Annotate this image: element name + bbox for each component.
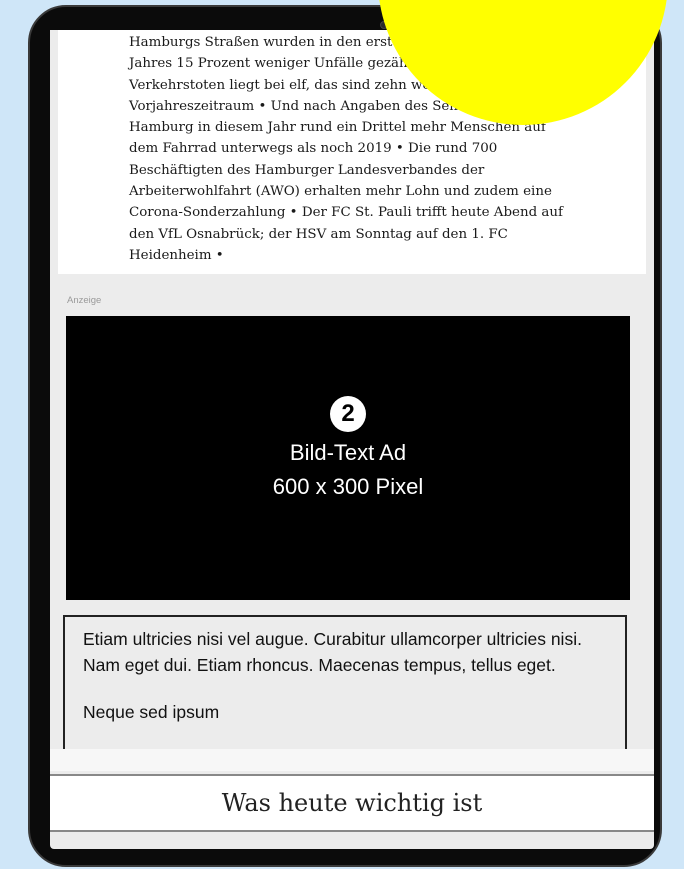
image-text-ad[interactable]: 2 Bild-Text Ad 600 x 300 Pixel (66, 316, 630, 600)
ad-label: Anzeige (67, 295, 102, 306)
article-line: Beschäftigten des Hamburger Landesverban… (129, 162, 485, 178)
article-line: dem Fahrrad unterwegs als noch 2019 • Di… (129, 141, 498, 157)
teaser-paragraph: Etiam ultricies nisi vel augue. Curabitu… (83, 629, 582, 675)
text-teaser-box[interactable]: Etiam ultricies nisi vel augue. Curabitu… (63, 615, 627, 755)
teaser-paragraph-continued: Neque sed ipsum (83, 702, 220, 722)
article-line: den VfL Osnabrück; der HSV am Sonntag au… (129, 226, 508, 242)
section-title: Was heute wichtig ist (221, 789, 483, 817)
ad-size: 600 x 300 Pixel (272, 474, 424, 499)
ad-number-badge: 2 (330, 396, 366, 432)
divider-strip (50, 749, 654, 771)
article-line: Corona-Sonderzahlung • Der FC St. Pauli … (129, 205, 563, 221)
article-line: Hamburg in diesem Jahr rund ein Drittel … (129, 120, 546, 136)
section-header-bar[interactable]: Was heute wichtig ist (50, 774, 654, 832)
article-line: Heidenheim • (129, 247, 224, 263)
ad-title: Bild-Text Ad (289, 440, 407, 465)
article-line: Arbeiterwohlfahrt (AWO) erhalten mehr Lo… (129, 184, 552, 200)
tablet-screen: Hamburgs Straßen wurden in den ersten ne… (50, 30, 654, 849)
